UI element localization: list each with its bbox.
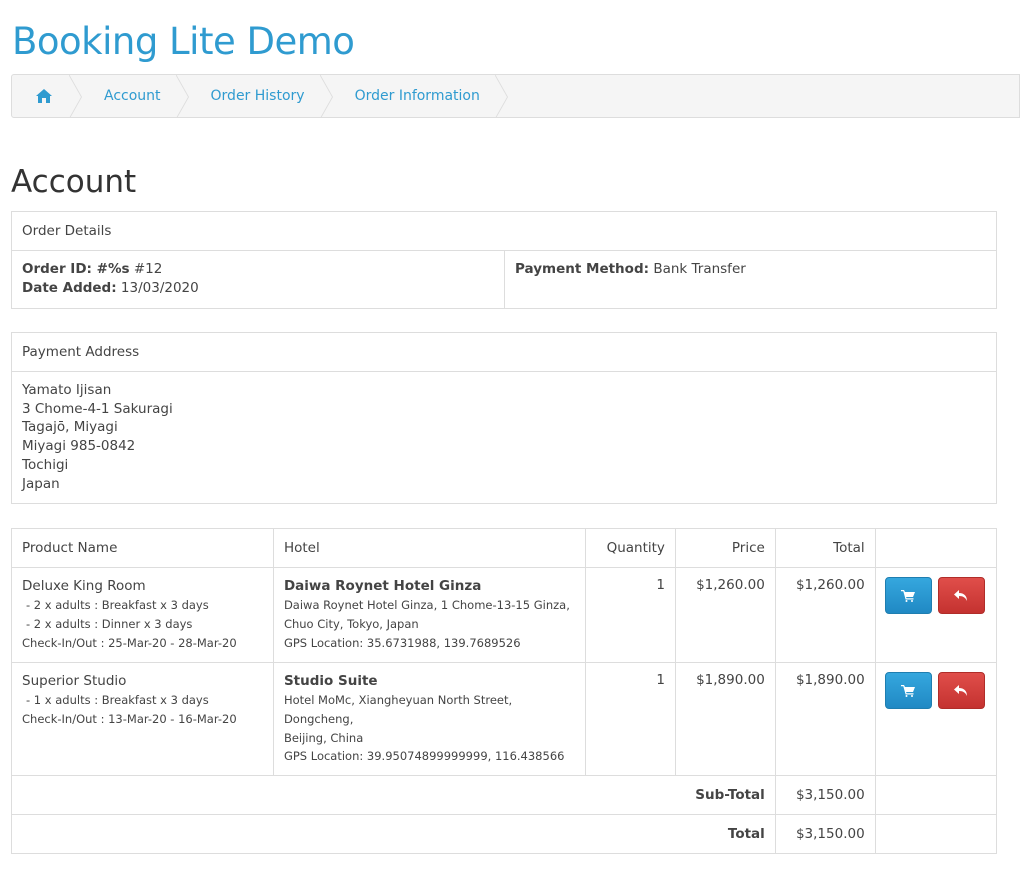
price-cell: $1,890.00 (674, 661, 776, 777)
hotel-address: Hotel MoMc, Xiangheyuan North Street, Do… (283, 693, 513, 726)
address-line: Tochigi (22, 456, 69, 473)
total-label: Total (11, 814, 776, 855)
date-added-label: Date Added: (22, 280, 117, 296)
total-cell: $1,260.00 (774, 567, 876, 663)
hotel-name: Studio Suite (283, 673, 378, 689)
address-line: Japan (22, 475, 60, 492)
gps-location: GPS Location: 39.95074899999999, 116.438… (283, 749, 565, 764)
product-cell: Deluxe King Room - 2 x adults : Breakfas… (11, 567, 274, 663)
address-line: 3 Chome-4-1 Sakuragi (22, 400, 173, 417)
col-product-name: Product Name (11, 528, 274, 568)
order-details-panel: Order Details Order ID: #%s #12 Date Add… (11, 211, 997, 309)
breadcrumb-order-information[interactable]: Order Information (333, 75, 509, 117)
page-title: Account (11, 164, 137, 200)
actions-cell (874, 567, 998, 663)
subtotal-label: Sub-Total (11, 775, 776, 816)
breadcrumb-account[interactable]: Account (82, 75, 189, 117)
subtotal-row: Sub-Total $3,150.00 (11, 775, 998, 816)
subtotal-value: $3,150.00 (774, 775, 876, 816)
gps-location: GPS Location: 35.6731988, 139.7689526 (283, 635, 521, 650)
hotel-name: Daiwa Roynet Hotel Ginza (283, 578, 482, 594)
table-row: Deluxe King Room - 2 x adults : Breakfas… (11, 567, 998, 663)
product-cell: Superior Studio - 1 x adults : Breakfast… (11, 661, 274, 777)
hotel-address: Chuo City, Tokyo, Japan (283, 616, 419, 631)
hotel-cell: Daiwa Roynet Hotel Ginza Daiwa Roynet Ho… (272, 567, 587, 663)
col-total: Total (774, 528, 876, 568)
product-name: Deluxe King Room (22, 578, 146, 594)
payment-address-heading: Payment Address (12, 333, 996, 372)
order-id-label: Order ID: #%s (22, 261, 130, 277)
product-option: - 2 x adults : Dinner x 3 days (26, 616, 193, 631)
price-cell: $1,260.00 (674, 567, 776, 663)
empty-cell (874, 775, 998, 816)
date-added-value: 13/03/2020 (120, 280, 199, 296)
return-button[interactable] (937, 672, 985, 709)
payment-address: Yamato Ijisan 3 Chome-4-1 Sakuragi Tagaj… (12, 372, 996, 502)
col-quantity: Quantity (585, 528, 676, 568)
total-cell: $1,890.00 (774, 661, 876, 777)
total-row: Total $3,150.00 (11, 814, 998, 855)
breadcrumb-home[interactable] (12, 75, 82, 117)
return-button[interactable] (937, 577, 985, 614)
quantity-cell: 1 (585, 661, 676, 777)
products-table: Product Name Hotel Quantity Price Total … (11, 528, 998, 855)
checkin-dates: Check-In/Out : 25-Mar-20 - 28-Mar-20 (22, 635, 237, 650)
breadcrumb-order-history[interactable]: Order History (189, 75, 333, 117)
home-icon (36, 89, 52, 103)
total-value: $3,150.00 (774, 814, 876, 855)
shopping-cart-icon (901, 589, 916, 602)
reorder-button[interactable] (884, 577, 932, 614)
empty-cell (874, 814, 998, 855)
payment-address-panel: Payment Address Yamato Ijisan 3 Chome-4-… (11, 332, 997, 504)
reply-icon (954, 684, 968, 696)
order-details-heading: Order Details (12, 212, 996, 251)
payment-method-value: Bank Transfer (653, 261, 746, 277)
order-id-value: #12 (133, 261, 163, 277)
shopping-cart-icon (901, 684, 916, 697)
product-option: - 2 x adults : Breakfast x 3 days (26, 598, 209, 612)
table-row: Superior Studio - 1 x adults : Breakfast… (11, 661, 998, 777)
site-title[interactable]: Booking Lite Demo (12, 18, 355, 66)
col-actions (874, 528, 998, 568)
col-hotel: Hotel (272, 528, 587, 568)
table-header-row: Product Name Hotel Quantity Price Total (11, 528, 998, 568)
col-price: Price (674, 528, 776, 568)
product-option: - 1 x adults : Breakfast x 3 days (26, 693, 209, 707)
payment-info: Payment Method: Bank Transfer (505, 251, 996, 308)
address-line: Yamato Ijisan (22, 382, 112, 398)
payment-method-label: Payment Method: (515, 261, 650, 277)
hotel-address: Beijing, China (283, 730, 364, 745)
hotel-address: Daiwa Roynet Hotel Ginza, 1 Chome-13-15 … (283, 598, 570, 612)
order-info: Order ID: #%s #12 Date Added: 13/03/2020 (12, 251, 505, 308)
reorder-button[interactable] (884, 672, 932, 709)
address-line: Miyagi 985-0842 (22, 438, 136, 455)
reply-icon (954, 589, 968, 601)
actions-cell (874, 661, 998, 777)
product-name: Superior Studio (22, 673, 127, 689)
hotel-cell: Studio Suite Hotel MoMc, Xiangheyuan Nor… (272, 661, 587, 777)
breadcrumb: Account Order History Order Information (11, 74, 1020, 118)
quantity-cell: 1 (585, 567, 676, 663)
address-line: Tagajō, Miyagi (22, 419, 118, 436)
checkin-dates: Check-In/Out : 13-Mar-20 - 16-Mar-20 (22, 711, 237, 726)
